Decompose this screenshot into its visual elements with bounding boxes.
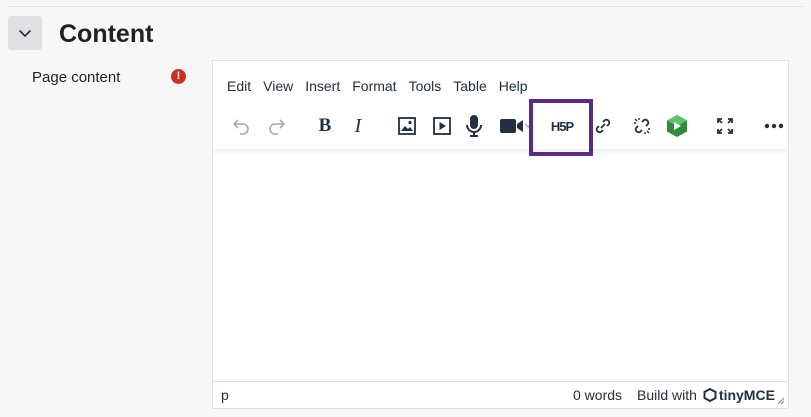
menu-edit[interactable]: Edit [221, 75, 257, 97]
image-button[interactable] [392, 109, 422, 143]
resize-handle-icon[interactable] [775, 395, 785, 405]
branding-link[interactable]: Build with tinyMCE [637, 387, 775, 403]
undo-icon [232, 119, 249, 135]
more-button[interactable] [759, 109, 789, 143]
editor-toolbar: B I H5P [224, 109, 784, 143]
word-count[interactable]: 0 words [573, 387, 622, 403]
chevron-down-icon [18, 29, 32, 37]
recording-plugin-button[interactable] [662, 109, 692, 143]
record-audio-icon [466, 115, 482, 137]
bold-icon: B [318, 115, 332, 136]
link-icon [595, 118, 611, 134]
element-path[interactable]: p [221, 387, 229, 403]
italic-button[interactable]: I [343, 109, 373, 143]
record-audio-button[interactable] [459, 109, 489, 143]
section-title: Content [59, 20, 154, 48]
record-video-icon [500, 119, 531, 133]
editor-menubar: Edit View Insert Format Tools Table Help [221, 75, 534, 97]
redo-icon [269, 119, 286, 135]
h5p-button[interactable]: H5P [544, 109, 580, 143]
menu-help[interactable]: Help [493, 75, 534, 97]
menu-view[interactable]: View [257, 75, 299, 97]
section-collapse-button[interactable] [8, 16, 42, 50]
media-button[interactable] [427, 109, 457, 143]
fullscreen-icon [717, 118, 733, 134]
media-icon [433, 117, 451, 135]
recording-plugin-icon [667, 115, 687, 137]
image-icon [398, 117, 416, 135]
menu-insert[interactable]: Insert [299, 75, 346, 97]
more-icon [764, 123, 784, 129]
top-divider [8, 6, 803, 7]
italic-icon: I [354, 114, 362, 137]
rich-text-editor: Edit View Insert Format Tools Table Help… [212, 60, 789, 409]
redo-button[interactable] [262, 109, 292, 143]
unlink-button[interactable] [627, 109, 657, 143]
h5p-icon: H5P [550, 118, 574, 134]
menu-table[interactable]: Table [447, 75, 492, 97]
undo-button[interactable] [226, 109, 256, 143]
page-content-label: Page content [32, 69, 121, 86]
fullscreen-button[interactable] [710, 109, 740, 143]
unlink-icon [634, 118, 650, 134]
record-video-button[interactable] [497, 109, 533, 143]
tinymce-brand: tinyMCE [718, 387, 775, 403]
editor-statusbar: p 0 words Build with tinyMCE [213, 381, 788, 408]
menu-tools[interactable]: Tools [403, 75, 448, 97]
bold-button[interactable]: B [310, 109, 340, 143]
toolbar-divider [213, 149, 788, 155]
menu-format[interactable]: Format [346, 75, 402, 97]
build-with-label: Build with [637, 387, 697, 403]
required-icon: ! [171, 69, 186, 84]
link-button[interactable] [588, 109, 618, 143]
tinymce-logo-icon [703, 388, 717, 402]
